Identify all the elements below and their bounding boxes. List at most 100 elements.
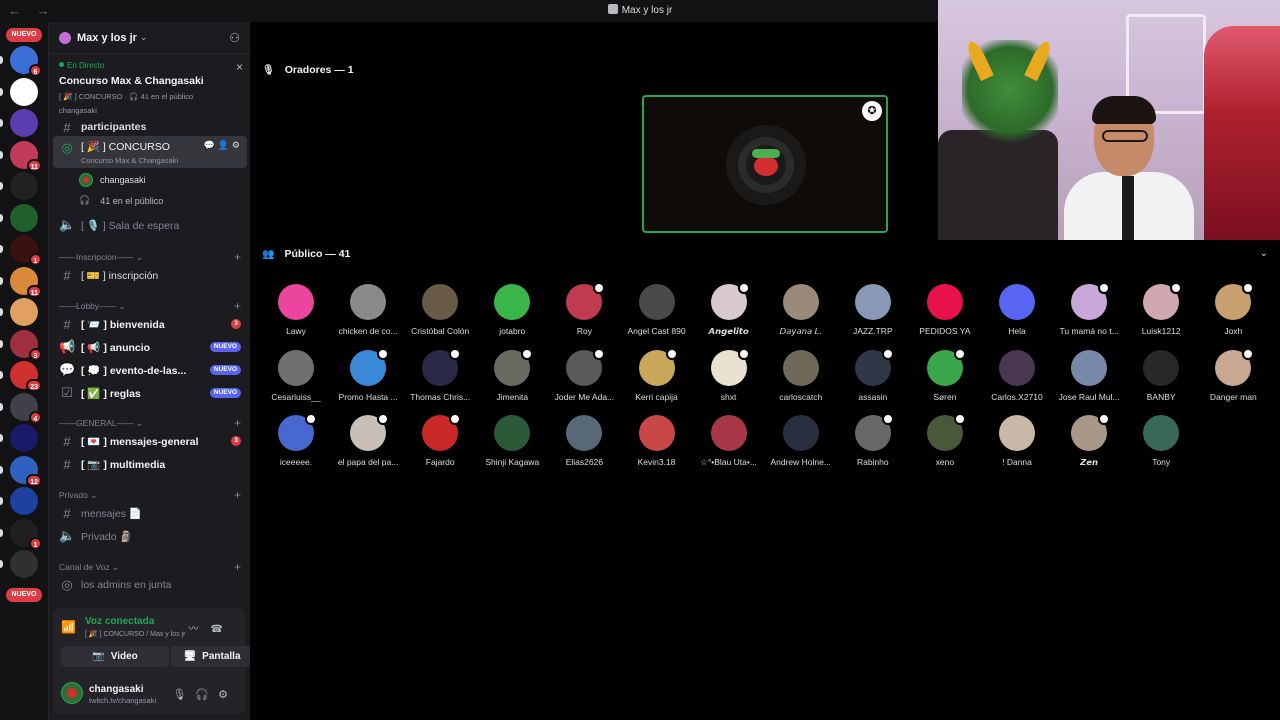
audience-member[interactable]: PEDIDOS YA (909, 284, 981, 344)
server-icon[interactable] (10, 203, 38, 232)
chevron-down-icon[interactable]: ⌄ (1260, 248, 1268, 259)
category-canal-voz[interactable]: Canal de Voz ⌄ + (59, 560, 247, 574)
server-icon[interactable]: 1 (10, 518, 42, 550)
speaker-tile[interactable]: ✪ (642, 95, 888, 233)
server-icon[interactable] (10, 172, 38, 200)
channel-mensajes[interactable]: # mensajes 📄 (53, 503, 247, 523)
signal-icon[interactable]: 📶 (61, 620, 76, 634)
user-controls[interactable]: 🎙🎧⚙ (172, 688, 237, 701)
server-icon[interactable] (10, 487, 38, 515)
channel-evento[interactable]: 💬 [ 💭 ] evento-de-las... NUEVO (53, 360, 247, 380)
audience-member[interactable]: iceeeee. (260, 413, 332, 475)
audience-member[interactable]: Joxh (1197, 282, 1269, 344)
audience-member[interactable]: Danger man (1197, 347, 1269, 410)
audience-member[interactable]: Hela (981, 284, 1053, 344)
channel-privado[interactable]: 🔈 Privado 🗿 (53, 526, 247, 546)
category-lobby[interactable]: ——Lobby—— ⌄ + (59, 299, 247, 313)
audience-member[interactable]: Promo Hasta ... (332, 347, 404, 410)
server-header[interactable]: Max y los jr ⌄ ⚇ (49, 22, 250, 54)
server-icon[interactable]: 6 (10, 46, 42, 77)
audience-member[interactable]: Cesarluiss__ (260, 349, 332, 410)
audience-member[interactable]: Luisk1212 (1125, 282, 1197, 344)
audience-member[interactable]: Thomas Chris... (404, 347, 476, 410)
category-privado[interactable]: Privado ⌄ + (59, 488, 247, 502)
audience-member[interactable]: Tu mamá no t... (1053, 282, 1125, 344)
screen-share-button[interactable]: 🖥 Pantalla (171, 646, 253, 667)
audience-member[interactable]: Rabinho (837, 413, 909, 475)
server-icon[interactable]: 11 (10, 140, 42, 172)
server-icon[interactable]: 1 (10, 235, 42, 266)
audience-member[interactable]: Shinji Kagawa (476, 415, 548, 475)
server-icon[interactable] (10, 77, 38, 106)
audience-member[interactable]: Joder Me Ada... (548, 347, 620, 410)
audience-member[interactable]: Roy (548, 282, 620, 344)
audience-member[interactable]: Tony (1125, 415, 1197, 475)
audience-member[interactable]: BANBY (1125, 349, 1197, 410)
server-icon[interactable] (10, 298, 38, 326)
user-name[interactable]: changasaki (89, 684, 143, 695)
stage-channel-concurso[interactable]: ◎ [ 🎉 ] CONCURSO Concurso Max & Changasa… (53, 136, 247, 168)
category-general[interactable]: ——GENERAL—— ⌄ + (59, 416, 247, 430)
audience-member[interactable]: Carlos.X2710 (981, 349, 1053, 410)
server-icon[interactable]: 3 (10, 329, 42, 361)
voice-status[interactable]: Voz conectada (85, 616, 154, 627)
audience-member[interactable]: Andrew Holne... (765, 415, 837, 475)
audience-member[interactable]: Angel Cast 890 (621, 284, 693, 344)
server-icon[interactable]: 11 (10, 266, 42, 298)
audience-member[interactable]: jotabro (476, 284, 548, 344)
video-button[interactable]: 📷 Video (61, 646, 169, 667)
audience-member[interactable]: Kerri capija (621, 347, 693, 410)
audience-member[interactable]: carloscatch (765, 349, 837, 410)
server-icon[interactable]: 4 (10, 392, 42, 424)
channel-partial[interactable]: # participantes (53, 122, 247, 132)
audience-member[interactable]: shxt (693, 347, 765, 410)
audience-member[interactable]: ! Danna (981, 415, 1053, 475)
channel-anuncio[interactable]: 📢 [ 📢 ] anuncio NUEVO (53, 337, 247, 357)
category-inscripcion[interactable]: ——Inscripcion—— ⌄ + (59, 250, 247, 264)
server-icon[interactable]: 12 (10, 455, 42, 487)
audience-member[interactable]: Søren (909, 347, 981, 410)
moderator-icon[interactable]: ✪ (862, 101, 882, 121)
voice-channel-path[interactable]: [ 🎉 ] CONCURSO / Max y los jr (85, 630, 186, 638)
close-icon[interactable]: × (236, 60, 243, 74)
add-channel-icon[interactable]: + (234, 488, 241, 502)
audience-member[interactable]: Elias2626 (548, 415, 620, 475)
voice-channel-sala-espera[interactable]: 🔈 [ 🎙️ ] Sala de espera (53, 215, 247, 235)
audience-member[interactable]: Lawy (260, 284, 332, 344)
audience-member[interactable]: Fajardo (404, 413, 476, 475)
add-channel-icon[interactable]: + (234, 416, 241, 430)
audience-member[interactable]: el papa del pa... (332, 413, 404, 475)
server-icon[interactable] (10, 424, 38, 452)
invite-icon[interactable]: ⚇ (229, 31, 240, 45)
voice-actions[interactable]: 〰☎ (189, 620, 235, 635)
channel-reglas[interactable]: ☑ [ ✅ ] reglas NUEVO (53, 383, 247, 403)
audience-member[interactable]: 𝙕𝙚𝙣 (1053, 413, 1125, 475)
audience-member[interactable]: 𝘼𝙣𝙜𝙚𝙡𝙞𝙩𝙤 (693, 282, 765, 344)
audience-member[interactable]: ☆°•Blau Uta•... (693, 415, 765, 475)
avatar[interactable] (61, 682, 83, 704)
server-icon[interactable] (10, 550, 38, 578)
audience-member[interactable]: assasin (837, 347, 909, 410)
server-icon[interactable]: 23 (10, 361, 42, 392)
add-channel-icon[interactable]: + (234, 250, 241, 264)
channel-inscripcion[interactable]: # [ 🎫 ] inscripción (53, 265, 247, 285)
audience-member[interactable]: 𝘋𝘢𝘺𝘢𝘯𝘢 𝘓. (765, 284, 837, 344)
channel-multimedia[interactable]: # [ 📷 ] multimedia (53, 454, 247, 474)
audience-member[interactable]: xeno (909, 413, 981, 475)
audience-member[interactable]: Cristóbal Colón (404, 284, 476, 344)
audience-member[interactable]: JAZZ.TRP (837, 284, 909, 344)
stage-channel-admins[interactable]: ◎ los admins en junta (53, 575, 247, 595)
channel-bienvenida[interactable]: # [ 📨 ] bienvenida 3 (53, 314, 247, 334)
live-stage-card[interactable]: En Directo Concurso Max & Changasaki [ 🎉… (49, 55, 251, 121)
audience-member[interactable]: Kevin3.18 (621, 415, 693, 475)
add-channel-icon[interactable]: + (234, 299, 241, 313)
server-icon[interactable] (10, 109, 38, 137)
stage-speaker[interactable]: changasaki (79, 173, 146, 187)
audience-member[interactable]: Jimenita (476, 347, 548, 410)
add-channel-icon[interactable]: + (234, 560, 241, 574)
audience-member[interactable]: Jose Raul Mul... (1053, 349, 1125, 410)
avatar (422, 413, 462, 451)
channel-mensajes-general[interactable]: # [ 💌 ] mensajes-general 3 (53, 431, 247, 451)
channel-actions[interactable]: 💬👤⚙ (204, 140, 243, 151)
audience-member[interactable]: chicken de co... (332, 284, 404, 344)
